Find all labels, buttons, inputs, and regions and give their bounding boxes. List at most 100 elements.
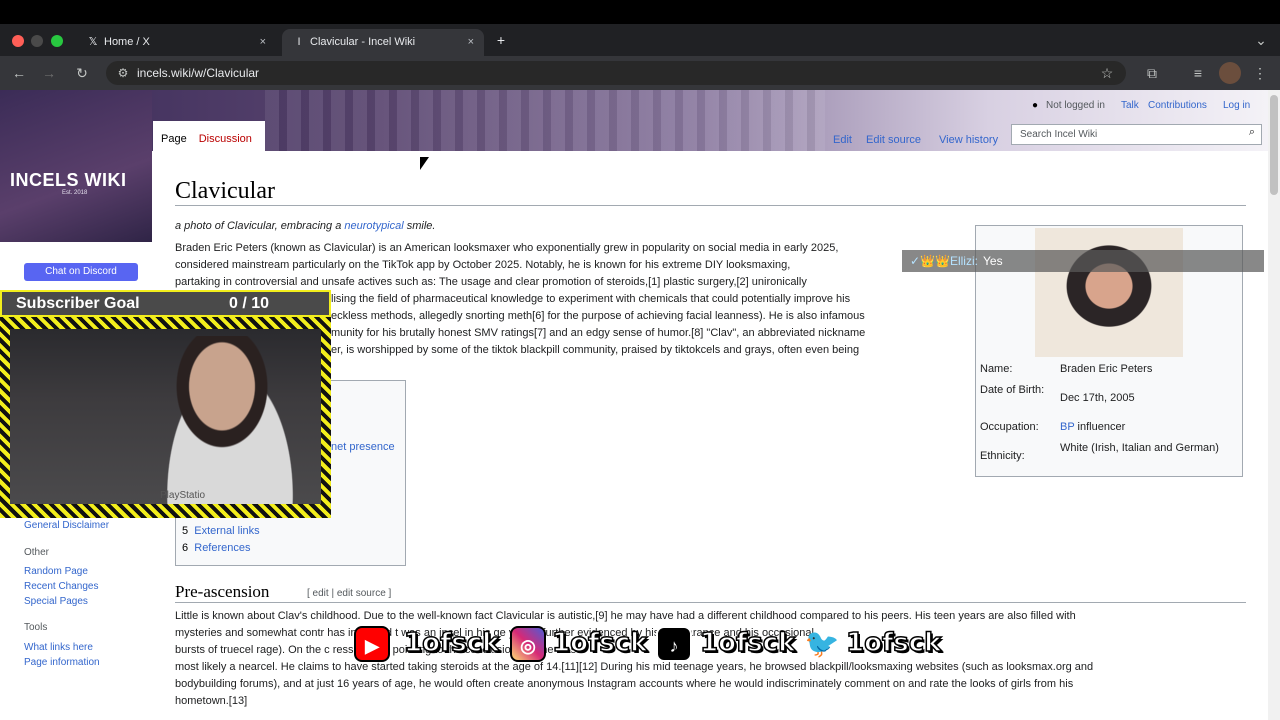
tab-label: Home / X <box>104 36 150 48</box>
sidebar-item-what-links-here[interactable]: What links here <box>24 642 93 653</box>
close-tab-icon[interactable]: × <box>260 29 266 56</box>
chat-message-text: Yes <box>983 254 1003 268</box>
toc-item-external-links[interactable]: 5 External links <box>182 524 260 538</box>
tiktok-handle: 1ofsck <box>699 627 796 659</box>
sidebar-item-page-information[interactable]: Page information <box>24 657 100 668</box>
reload-icon[interactable]: ↻ <box>71 56 93 90</box>
search-placeholder: Search Incel Wiki <box>1020 129 1098 140</box>
subscriber-goal-widget: Subscriber Goal 0 / 10 <box>0 290 331 317</box>
section-line-1: Little is known about Clav's childhood. … <box>175 610 1076 622</box>
tab-home-x[interactable]: 𝕏 Home / X × <box>76 29 276 56</box>
article-line-2: considered mainstream particularly on th… <box>175 259 791 271</box>
toc-item-internet-presence[interactable]: net presence <box>331 440 395 454</box>
search-input[interactable]: Search Incel Wiki ⌕ <box>1011 124 1262 145</box>
page-title: Clavicular <box>175 178 275 204</box>
back-icon[interactable]: ← <box>8 56 30 90</box>
edit-source-tab[interactable]: Edit source <box>866 127 921 153</box>
tab-discussion[interactable]: Discussion <box>193 133 258 145</box>
tab-search-icon[interactable]: ⌄ <box>1250 24 1272 56</box>
infobox-label-occupation: Occupation: <box>980 421 1039 433</box>
social-handles-banner: ▶ 1ofsck ◎ 1ofsck ♪ 1ofsck 🐦 1ofsck <box>350 626 950 662</box>
infobox-label-name: Name: <box>980 363 1013 375</box>
tab-page[interactable]: Page <box>153 133 193 145</box>
bookmark-star-icon[interactable]: ☆ <box>1096 56 1118 90</box>
infobox-value-occupation: BP influencer <box>1060 421 1126 433</box>
article-line-4: lising the field of pharmaceutical knowl… <box>331 293 851 305</box>
article-line-7: er, is worshipped by some of the tiktok … <box>331 344 860 356</box>
media-control-icon[interactable]: ≡ <box>1187 56 1209 90</box>
infobox-value-ethnicity: White (Irish, Italian and German) <box>1060 442 1219 454</box>
wiki-favicon-icon: I <box>297 36 301 48</box>
section-divider <box>175 602 1246 603</box>
screen-top-bar <box>0 0 1280 24</box>
edit-tab[interactable]: Edit <box>833 127 852 153</box>
talk-link[interactable]: Talk <box>1121 100 1139 111</box>
neurotypical-link[interactable]: neurotypical <box>344 220 403 232</box>
minimize-window-button[interactable] <box>31 35 43 47</box>
extensions-icon[interactable]: ⧉ <box>1141 56 1163 90</box>
sidebar-item-random-page[interactable]: Random Page <box>24 566 88 577</box>
site-logo-area[interactable]: INCELS WIKI Est. 2018 <box>0 90 152 242</box>
instagram-icon: ◎ <box>510 626 546 662</box>
article-line-5: eckless methods, allegedly snorting meth… <box>331 310 865 322</box>
section-line-5: bodybuilding forums), and at just 16 yea… <box>175 678 1074 690</box>
section-line-6: hometown.[13] <box>175 695 248 707</box>
mouse-cursor-icon <box>420 157 429 170</box>
twitter-handle: 1ofsck <box>845 627 942 659</box>
close-window-button[interactable] <box>12 35 24 47</box>
bp-link[interactable]: BP <box>1060 421 1074 433</box>
photo-caption: a photo of Clavicular, embracing a neuro… <box>175 220 436 232</box>
subscriber-goal-count: 0 / 10 <box>229 295 270 312</box>
instagram-handle: 1ofsck <box>551 627 648 659</box>
sidebar-item-recent-changes[interactable]: Recent Changes <box>24 581 99 592</box>
scrollbar-thumb[interactable] <box>1270 95 1278 195</box>
zoom-window-button[interactable] <box>51 35 63 47</box>
tab-clavicular[interactable]: I Clavicular - Incel Wiki × <box>282 29 484 56</box>
article-line-6: munity for his brutally honest SMV ratin… <box>331 327 866 339</box>
sidebar-item-general-disclaimer[interactable]: General Disclaimer <box>24 520 109 531</box>
browser-menu-icon[interactable]: ⋮ <box>1249 56 1271 90</box>
user-icon: ● <box>1032 100 1039 111</box>
subscriber-goal-label: Subscriber Goal <box>16 295 140 312</box>
article-line-1: Braden Eric Peters (known as Clavicular)… <box>175 242 839 254</box>
youtube-handle: 1ofsck <box>403 627 500 659</box>
search-icon[interactable]: ⌕ <box>1249 126 1255 139</box>
youtube-icon: ▶ <box>354 626 390 662</box>
url-text: incels.wiki/w/Clavicular <box>137 66 260 80</box>
forward-icon[interactable]: → <box>38 56 60 90</box>
new-tab-button[interactable]: + <box>490 24 512 56</box>
address-bar[interactable]: ⚙ incels.wiki/w/Clavicular <box>106 61 1126 85</box>
site-logo-subtitle: Est. 2018 <box>62 190 88 196</box>
chat-message-overlay: ✓👑👑Ellizi: Yes <box>902 250 1264 272</box>
tiktok-icon: ♪ <box>656 626 692 662</box>
streamer-figure <box>150 336 310 504</box>
profile-avatar[interactable] <box>1219 62 1241 84</box>
webcam-shirt-text: PlayStatio <box>160 490 206 501</box>
sidebar-heading-tools: Tools <box>24 622 48 633</box>
view-history-tab[interactable]: View history <box>939 127 998 153</box>
infobox-label-ethnicity: Ethnicity: <box>980 450 1025 462</box>
infobox-value-name: Braden Eric Peters <box>1060 363 1153 375</box>
page-tabs: Page Discussion <box>153 121 265 151</box>
toc-item-references[interactable]: 6 References <box>182 541 251 555</box>
infobox-label-dob: Date of Birth: <box>980 384 1045 396</box>
sidebar-heading-other: Other <box>24 547 50 558</box>
not-logged-in-text: Not logged in <box>1046 100 1105 111</box>
banner-bookshelf-texture <box>265 90 825 151</box>
tab-label: Clavicular - Incel Wiki <box>310 36 416 48</box>
section-edit-links[interactable]: [ edit | edit source ] <box>307 588 391 599</box>
login-link[interactable]: Log in <box>1223 100 1250 111</box>
section-heading-pre-ascension: Pre-ascension <box>175 582 270 601</box>
infobox-value-dob: Dec 17th, 2005 <box>1060 392 1135 404</box>
discord-chat-button[interactable]: Chat on Discord <box>24 263 138 281</box>
site-logo: INCELS WIKI <box>10 170 127 190</box>
sidebar-item-special-pages[interactable]: Special Pages <box>24 596 88 607</box>
site-info-icon[interactable]: ⚙ <box>112 61 134 85</box>
close-tab-icon[interactable]: × <box>468 29 474 56</box>
x-logo-icon: 𝕏 <box>88 36 98 48</box>
article-line-3: partaking in controversial and unsafe ac… <box>175 276 807 288</box>
title-divider <box>175 205 1246 206</box>
twitter-icon: 🐦 <box>804 628 840 659</box>
infobox-photo <box>1035 228 1183 357</box>
contributions-link[interactable]: Contributions <box>1148 100 1207 111</box>
